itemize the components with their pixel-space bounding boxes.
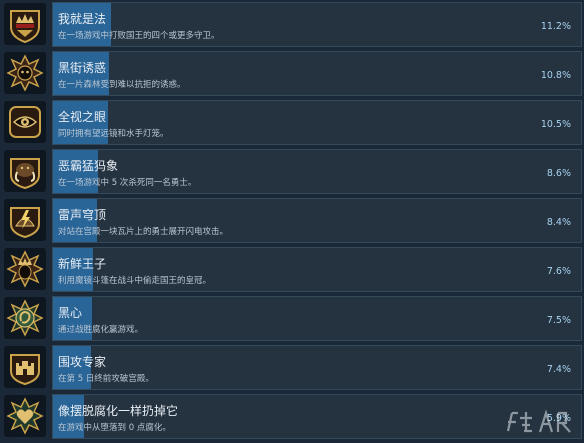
unlock-percentage: 8.6% <box>546 168 571 179</box>
unlock-percentage: 7.4% <box>546 364 571 375</box>
achievement-title: 新鲜王子 <box>58 257 107 271</box>
achievement-description: 在游戏中从堕落到 0 点腐化。 <box>58 423 171 433</box>
achievement-title: 恶霸猛犸象 <box>58 159 119 173</box>
achievement-row[interactable]: 我就是法 在一场游戏中打败国王的四个或更多守卫。 11.2% <box>0 0 584 49</box>
achievement-row[interactable]: 全视之眼 同时拥有望远镜和水手灯笼。 10.5% <box>0 98 584 147</box>
siege-castle-icon <box>4 346 46 388</box>
mammoth-icon <box>4 150 46 192</box>
site-watermark-logo <box>502 407 578 437</box>
unlock-percentage: 10.5% <box>540 119 571 130</box>
achievement-title: 围攻专家 <box>58 355 107 369</box>
thunder-dome-icon <box>4 199 46 241</box>
achievement-list: 我就是法 在一场游戏中打败国王的四个或更多守卫。 11.2% 黑街诱惑 在一片森… <box>0 0 584 443</box>
achievement-title: 雷声穹顶 <box>58 208 107 222</box>
achievement-description: 同时拥有望远镜和水手灯笼。 <box>58 129 169 139</box>
achievement-panel: 黑街诱惑 在一片森林受到难以抗拒的诱惑。 10.8% <box>52 51 582 96</box>
achievement-panel: 恶霸猛犸象 在一场游戏中 5 次杀死同一名勇士。 8.6% <box>52 149 582 194</box>
achievement-row[interactable]: 黑心 通过战胜腐化赢游戏。 7.5% <box>0 294 584 343</box>
unlock-percentage: 8.4% <box>546 217 571 228</box>
achievement-row[interactable]: 雷声穹顶 对站在宫殿一块瓦片上的勇士展开闪电攻击。 8.4% <box>0 196 584 245</box>
unlock-percentage: 7.6% <box>546 266 571 277</box>
cleansed-heart-icon <box>4 395 46 437</box>
achievement-panel: 雷声穹顶 对站在宫殿一块瓦片上的勇士展开闪电攻击。 8.4% <box>52 198 582 243</box>
achievement-description: 利用魔镜斗篷在战斗中偷走国王的皇冠。 <box>58 276 212 286</box>
achievement-description: 通过战胜腐化赢游戏。 <box>58 325 144 335</box>
unlock-percentage: 7.5% <box>546 315 571 326</box>
achievement-description: 在一场游戏中 5 次杀死同一名勇士。 <box>58 178 197 188</box>
crown-shield-icon <box>4 3 46 45</box>
black-heart-icon <box>4 297 46 339</box>
achievement-row[interactable]: 新鲜王子 利用魔镜斗篷在战斗中偷走国王的皇冠。 7.6% <box>0 245 584 294</box>
unlock-percentage: 11.2% <box>540 21 571 32</box>
achievement-panel: 全视之眼 同时拥有望远镜和水手灯笼。 10.5% <box>52 100 582 145</box>
achievement-panel: 围攻专家 在第 5 日终前攻破宫殿。 7.4% <box>52 345 582 390</box>
achievement-title: 黑心 <box>58 306 83 320</box>
achievement-row[interactable]: 像摆脱腐化一样扔掉它 在游戏中从堕落到 0 点腐化。 5.9% <box>0 392 584 441</box>
achievement-title: 全视之眼 <box>58 110 107 124</box>
achievement-row[interactable]: 恶霸猛犸象 在一场游戏中 5 次杀死同一名勇士。 8.6% <box>0 147 584 196</box>
achievement-title: 黑街诱惑 <box>58 61 107 75</box>
achievement-panel: 新鲜王子 利用魔镜斗篷在战斗中偷走国王的皇冠。 7.6% <box>52 247 582 292</box>
achievement-panel: 黑心 通过战胜腐化赢游戏。 7.5% <box>52 296 582 341</box>
all-seeing-eye-icon <box>4 101 46 143</box>
achievement-description: 在一片森林受到难以抗拒的诱惑。 <box>58 80 186 90</box>
crowned-prince-icon <box>4 248 46 290</box>
achievement-description: 在一场游戏中打败国王的四个或更多守卫。 <box>58 31 220 41</box>
achievement-row[interactable]: 黑街诱惑 在一片森林受到难以抗拒的诱惑。 10.8% <box>0 49 584 98</box>
unlock-percentage: 10.8% <box>540 70 571 81</box>
achievement-title: 像摆脱腐化一样扔掉它 <box>58 404 179 418</box>
achievement-description: 对站在宫殿一块瓦片上的勇士展开闪电攻击。 <box>58 227 229 237</box>
achievement-panel: 我就是法 在一场游戏中打败国王的四个或更多守卫。 11.2% <box>52 2 582 47</box>
achievement-title: 我就是法 <box>58 12 107 26</box>
dark-spiky-figure-icon <box>4 52 46 94</box>
achievement-description: 在第 5 日终前攻破宫殿。 <box>58 374 154 384</box>
achievement-row[interactable]: 围攻专家 在第 5 日终前攻破宫殿。 7.4% <box>0 343 584 392</box>
